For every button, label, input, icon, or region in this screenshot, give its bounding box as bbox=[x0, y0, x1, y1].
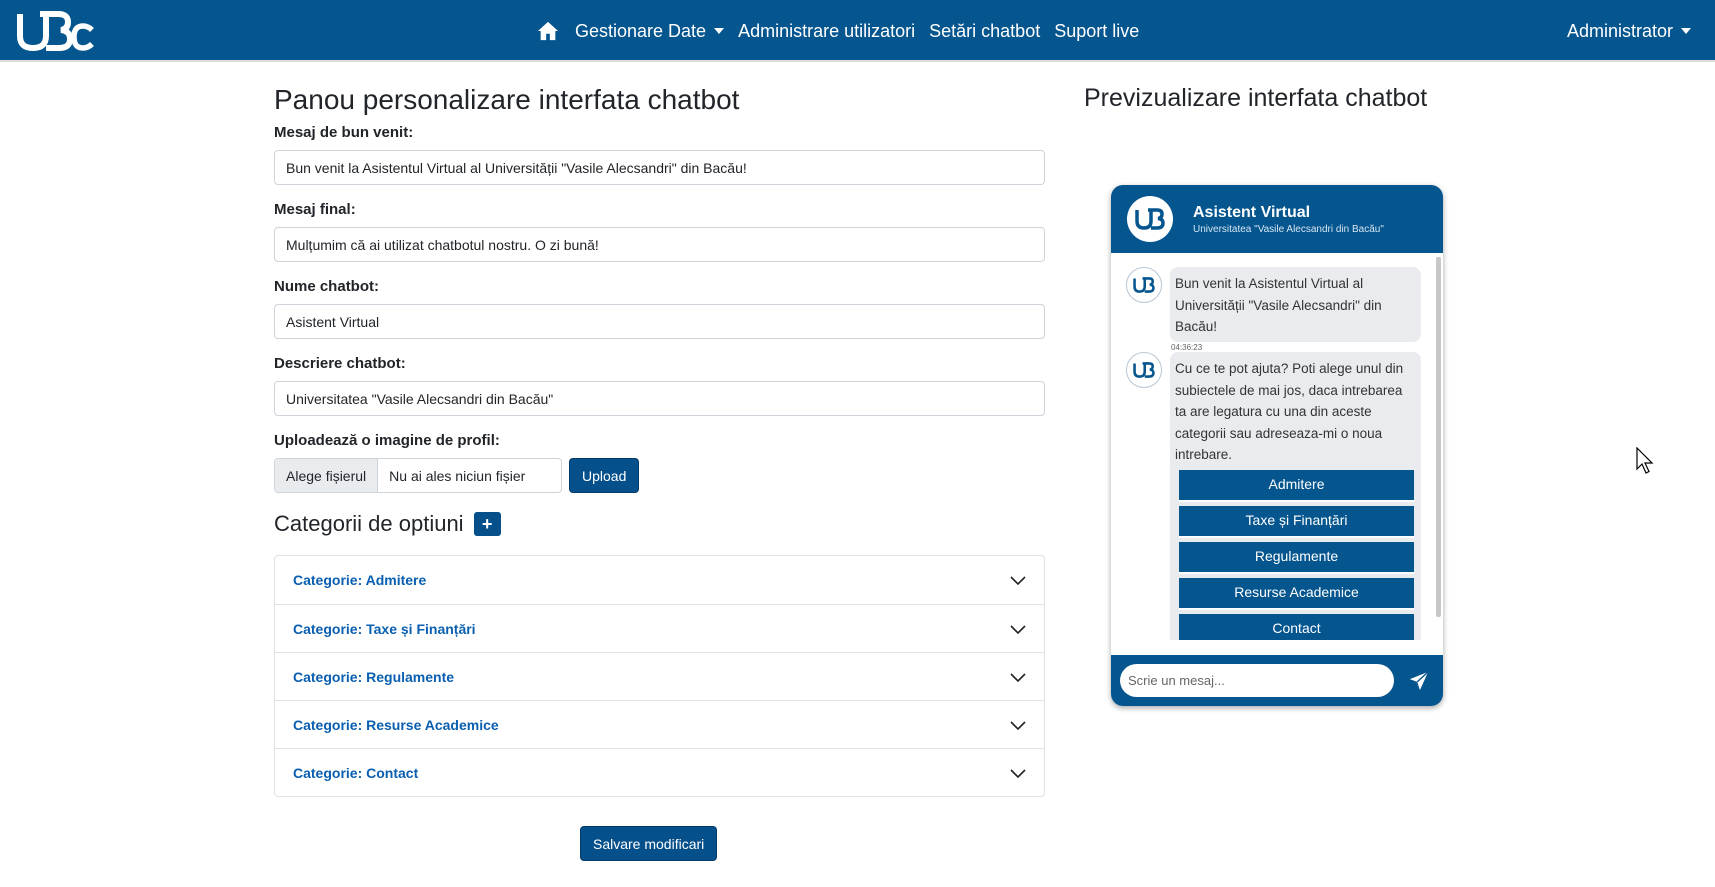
chevron-down-icon bbox=[1010, 720, 1026, 730]
name-label: Nume chatbot: bbox=[274, 278, 379, 295]
welcome-message-input[interactable] bbox=[274, 150, 1045, 185]
category-label: Categorie: Admitere bbox=[293, 572, 427, 588]
desc-label: Descriere chatbot: bbox=[274, 355, 406, 372]
categories-title: Categorii de optiuni bbox=[274, 511, 464, 536]
nav-suport-live[interactable]: Suport live bbox=[1047, 21, 1146, 42]
caret-down-icon bbox=[714, 28, 725, 34]
chevron-down-icon bbox=[1010, 576, 1026, 586]
customization-panel: Panou personalizare interfata chatbot Me… bbox=[274, 80, 1045, 797]
panel-title: Panou personalizare interfata chatbot bbox=[274, 84, 740, 115]
option-button-regulamente[interactable]: Regulamente bbox=[1179, 541, 1414, 574]
profile-image-file-input[interactable]: Alege fișierul Nu ai ales niciun fișier bbox=[274, 458, 562, 493]
user-menu[interactable]: Administrator bbox=[1567, 0, 1691, 62]
option-button-contact[interactable]: Contact bbox=[1179, 613, 1414, 640]
choose-file-button[interactable]: Alege fișierul bbox=[275, 459, 379, 492]
chat-footer bbox=[1111, 655, 1443, 706]
categories-header: Categorii de optiuni + bbox=[274, 509, 1045, 539]
upload-row: Alege fișierul Nu ai ales niciun fișier … bbox=[274, 458, 1045, 493]
send-icon[interactable] bbox=[1408, 670, 1430, 692]
message-timestamp: 04:36:23 bbox=[1171, 343, 1203, 352]
ubc-logo[interactable] bbox=[16, 10, 94, 52]
chat-messages[interactable]: Bun venit la Asistentul Virtual al Unive… bbox=[1111, 253, 1443, 640]
option-button-resurse[interactable]: Resurse Academice bbox=[1179, 577, 1414, 610]
chat-bot-name: Asistent Virtual bbox=[1193, 203, 1311, 221]
bot-avatar bbox=[1126, 267, 1162, 303]
ub-logo-icon bbox=[1133, 277, 1155, 293]
final-message-input[interactable] bbox=[274, 227, 1045, 262]
message-bubble: Cu ce te pot ajuta? Poti alege unul din … bbox=[1170, 352, 1421, 640]
category-label: Categorie: Resurse Academice bbox=[293, 716, 499, 733]
nav-setari-chatbot[interactable]: Setări chatbot bbox=[922, 21, 1047, 42]
chatbot-preview: Asistent Virtual Universitatea "Vasile A… bbox=[1111, 185, 1443, 706]
chatbot-name-input[interactable] bbox=[274, 304, 1045, 339]
chatbot-description-input[interactable] bbox=[274, 381, 1045, 416]
final-label: Mesaj final: bbox=[274, 201, 356, 218]
chevron-down-icon bbox=[1010, 768, 1026, 778]
top-navbar: Gestionare Date Administrare utilizatori… bbox=[0, 0, 1715, 62]
chat-header: Asistent Virtual Universitatea "Vasile A… bbox=[1111, 185, 1443, 253]
preview-title: Previzualizare interfata chatbot bbox=[1084, 84, 1428, 112]
category-label: Categorie: Contact bbox=[293, 764, 419, 781]
upload-label: Uploadează o imagine de profil: bbox=[274, 432, 500, 449]
chat-message-input[interactable] bbox=[1120, 664, 1394, 697]
nav-administrare-utilizatori[interactable]: Administrare utilizatori bbox=[731, 21, 922, 42]
main-nav: Gestionare Date Administrare utilizatori… bbox=[530, 0, 1146, 62]
message-bubble: Bun venit la Asistentul Virtual al Unive… bbox=[1170, 267, 1421, 342]
save-changes-button[interactable]: Salvare modificari bbox=[580, 826, 718, 861]
caret-down-icon bbox=[1681, 28, 1691, 34]
category-label: Categorie: Regulamente bbox=[293, 668, 455, 685]
user-menu-label: Administrator bbox=[1566, 20, 1673, 41]
nav-gestionare-date-label: Gestionare Date bbox=[575, 20, 707, 41]
message-text: Cu ce te pot ajuta? Poti alege unul din … bbox=[1175, 361, 1404, 462]
cursor-icon bbox=[1636, 447, 1654, 474]
nav-home[interactable] bbox=[530, 20, 568, 42]
nav-gestionare-date[interactable]: Gestionare Date bbox=[568, 21, 731, 42]
bot-avatar bbox=[1126, 352, 1162, 388]
category-item-regulamente[interactable]: Categorie: Regulamente bbox=[275, 652, 1044, 700]
chat-bot-description: Universitatea "Vasile Alecsandri din Bac… bbox=[1193, 223, 1384, 235]
home-icon bbox=[537, 21, 559, 41]
bot-message: Bun venit la Asistentul Virtual al Unive… bbox=[1126, 267, 1421, 342]
category-item-admitere[interactable]: Categorie: Admitere bbox=[275, 556, 1044, 604]
file-name-text: Nu ai ales niciun fișier bbox=[389, 467, 526, 484]
add-category-button[interactable]: + bbox=[473, 512, 501, 536]
chevron-down-icon bbox=[1010, 624, 1026, 634]
category-item-taxe[interactable]: Categorie: Taxe și Finanțări bbox=[275, 604, 1044, 652]
upload-button[interactable]: Upload bbox=[569, 458, 640, 493]
ub-logo-icon bbox=[1133, 362, 1155, 378]
chevron-down-icon bbox=[1010, 672, 1026, 682]
save-wrapper: Salvare modificari bbox=[580, 826, 718, 861]
welcome-label: Mesaj de bun venit: bbox=[274, 124, 414, 141]
option-button-taxe[interactable]: Taxe și Finanțări bbox=[1179, 505, 1414, 538]
chat-scrollbar[interactable] bbox=[1436, 257, 1441, 617]
ub-logo-icon bbox=[1135, 208, 1165, 230]
chatbot-avatar bbox=[1127, 196, 1173, 242]
category-item-contact[interactable]: Categorie: Contact bbox=[275, 748, 1044, 796]
bot-message: Cu ce te pot ajuta? Poti alege unul din … bbox=[1126, 352, 1421, 640]
category-item-resurse[interactable]: Categorie: Resurse Academice bbox=[275, 700, 1044, 748]
chat-header-text: Asistent Virtual Universitatea "Vasile A… bbox=[1193, 204, 1384, 235]
categories-accordion: Categorie: Admitere Categorie: Taxe și F… bbox=[274, 555, 1045, 797]
category-label: Categorie: Taxe și Finanțări bbox=[293, 620, 476, 637]
option-button-admitere[interactable]: Admitere bbox=[1179, 469, 1414, 502]
